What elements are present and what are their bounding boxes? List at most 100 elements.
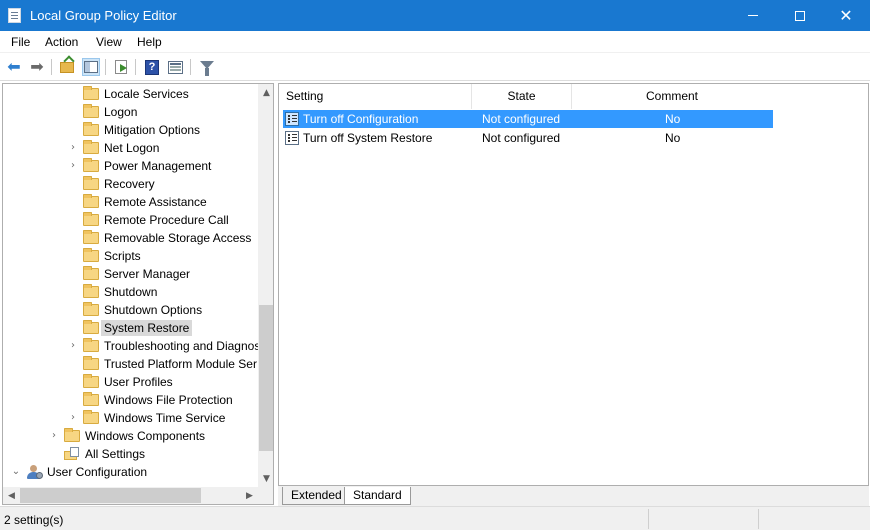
tree-item-label: Recovery [104, 177, 155, 191]
show-hide-tree-icon [84, 61, 98, 73]
menu-file[interactable]: File [11, 35, 30, 49]
tree-item[interactable]: › Net Logon [3, 139, 257, 157]
tree-item-label: Windows Components [85, 429, 206, 443]
folder-icon [83, 212, 99, 226]
tree-item[interactable]: › Power Management [3, 157, 257, 175]
tree-item-label: Troubleshooting and Diagnos [104, 339, 261, 353]
help-button[interactable]: ? [143, 58, 161, 76]
tree-item[interactable]: › Windows Time Service [3, 409, 257, 427]
expand-chevron-icon[interactable]: › [49, 430, 59, 442]
tree-vertical-scroll-thumb[interactable] [259, 305, 273, 451]
tree-item[interactable]: All Settings [3, 445, 257, 463]
tree-horizontal-scroll-thumb[interactable] [20, 488, 201, 503]
expand-chevron-icon[interactable]: › [68, 340, 78, 352]
tab-extended[interactable]: Extended [282, 487, 351, 505]
column-header-setting[interactable]: Setting [279, 84, 472, 109]
row-setting: Turn off Configuration [303, 112, 419, 126]
tree-item-label: Windows Time Service [104, 411, 226, 425]
tree-item[interactable]: Remote Procedure Call [3, 211, 257, 229]
scroll-down-icon[interactable]: ▼ [258, 470, 273, 487]
tree-item[interactable]: › Windows Components [3, 427, 257, 445]
forward-arrow-icon: ➡ [30, 57, 44, 76]
maximize-icon [795, 10, 805, 21]
folder-icon [83, 392, 99, 406]
tree-item[interactable]: Scripts [3, 247, 257, 265]
console-tree[interactable]: Locale Services Logon Mitigation Options › N… [2, 83, 274, 505]
tree-item-label: Shutdown Options [104, 303, 203, 317]
row-setting: Turn off System Restore [303, 131, 433, 145]
tree-item-label: Windows File Protection [104, 393, 233, 407]
tree-item[interactable]: Locale Services [3, 85, 257, 103]
tree-item-label: Remote Procedure Call [104, 213, 229, 227]
tab-standard[interactable]: Standard [344, 487, 411, 505]
settings-list[interactable]: Setting State Comment Turn off Configura… [278, 83, 869, 486]
toolbar-separator [105, 59, 106, 75]
toolbar-separator [190, 59, 191, 75]
tree-item-label: Remote Assistance [104, 195, 207, 209]
tree-item[interactable]: Shutdown [3, 283, 257, 301]
show-hide-tree-button[interactable] [82, 58, 100, 76]
minimize-button[interactable] [730, 0, 776, 31]
expand-chevron-icon[interactable]: › [68, 412, 78, 424]
filter-icon [200, 61, 214, 76]
tree-item-label: Power Management [104, 159, 212, 173]
folder-icon [83, 230, 99, 244]
user-configuration-icon [26, 464, 44, 480]
column-header-state[interactable]: State [472, 84, 572, 109]
close-button[interactable]: ✕ [823, 0, 869, 31]
tree-item[interactable]: Trusted Platform Module Ser [3, 355, 257, 373]
menu-view[interactable]: View [96, 35, 122, 49]
maximize-button[interactable] [777, 0, 823, 31]
folder-icon [83, 176, 99, 190]
tree-item[interactable]: Logon [3, 103, 257, 121]
status-text: 2 setting(s) [4, 513, 64, 527]
tree-item[interactable]: Recovery [3, 175, 257, 193]
tree-item[interactable]: System Restore [3, 319, 257, 337]
toolbar-separator [51, 59, 52, 75]
folder-icon [83, 248, 99, 262]
list-row[interactable]: Turn off Configuration Not configured No [283, 110, 773, 128]
tree-item-label: User Profiles [104, 375, 173, 389]
expand-chevron-icon[interactable]: › [68, 160, 78, 172]
menu-help[interactable]: Help [137, 35, 162, 49]
minimize-icon [748, 15, 758, 16]
expand-chevron-icon[interactable]: › [68, 142, 78, 154]
tree-vertical-scrollbar[interactable]: ▲ ▼ [258, 84, 273, 487]
row-state: Not configured [482, 131, 561, 145]
tree-item-label: Shutdown [104, 285, 158, 299]
tree-item[interactable]: Server Manager [3, 265, 257, 283]
properties-button[interactable] [166, 58, 184, 76]
tree-item[interactable]: Windows File Protection [3, 391, 257, 409]
scroll-right-icon[interactable]: ▶ [241, 487, 258, 504]
tree-item[interactable]: › Troubleshooting and Diagnos [3, 337, 261, 355]
folder-icon [83, 122, 99, 136]
menu-action[interactable]: Action [45, 35, 78, 49]
folder-icon [83, 374, 99, 388]
forward-button[interactable]: ➡ [28, 58, 46, 76]
tree-item[interactable]: Shutdown Options [3, 301, 257, 319]
tree-item[interactable]: User Profiles [3, 373, 257, 391]
list-row[interactable]: Turn off System Restore Not configured N… [283, 129, 773, 147]
tree-item-label: User Configuration [47, 465, 148, 479]
title-bar: Local Group Policy Editor ✕ [0, 0, 870, 31]
row-state: Not configured [482, 112, 561, 126]
help-icon: ? [145, 59, 159, 75]
tree-horizontal-scrollbar[interactable]: ◀ ▶ [3, 487, 258, 504]
column-header-comment[interactable]: Comment [572, 84, 772, 109]
tree-item-label: Removable Storage Access [104, 231, 252, 245]
scroll-left-icon[interactable]: ◀ [3, 487, 20, 504]
tree-item-label: Trusted Platform Module Ser [104, 357, 257, 371]
tree-item[interactable]: Removable Storage Access [3, 229, 257, 247]
scroll-up-icon[interactable]: ▲ [258, 84, 273, 101]
export-list-button[interactable] [112, 58, 130, 76]
back-button[interactable]: ⬅ [5, 58, 23, 76]
filter-button[interactable] [198, 58, 216, 76]
tree-item[interactable]: Remote Assistance [3, 193, 257, 211]
folder-icon [83, 158, 99, 172]
collapse-chevron-icon[interactable]: ⌄ [11, 466, 21, 478]
tree-item-label: Scripts [104, 249, 141, 263]
up-one-level-button[interactable] [58, 58, 76, 76]
tree-item[interactable]: Mitigation Options [3, 121, 257, 139]
tree-item[interactable]: ⌄ User Configuration [3, 463, 257, 481]
policy-setting-icon [285, 112, 299, 126]
